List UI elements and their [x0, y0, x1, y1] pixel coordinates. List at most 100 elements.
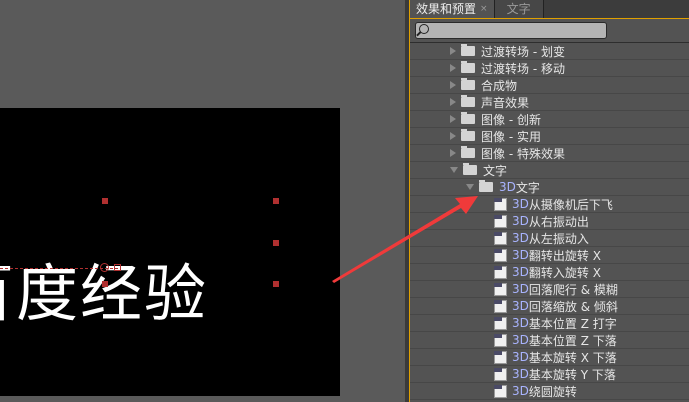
expand-triangle-icon[interactable] — [450, 81, 456, 89]
preset-item[interactable]: 3D 绕圆旋转 — [410, 383, 689, 400]
preset-item[interactable]: 3D 基本旋转 Y 下落 — [410, 366, 689, 383]
preset-file-icon — [494, 316, 507, 330]
preset-prefix: 3D — [512, 248, 529, 262]
expand-triangle-icon[interactable] — [450, 98, 456, 106]
transform-handle[interactable] — [273, 198, 279, 204]
expand-triangle-icon[interactable] — [450, 149, 456, 157]
folder-icon — [461, 44, 475, 56]
folder-icon — [461, 112, 475, 124]
effects-tree: 过渡转场 - 划变 过渡转场 - 移动 合成物声音效果图像 - 创新 图像 - 实用图… — [410, 42, 689, 400]
preset-label: 从右振动出 — [528, 214, 589, 229]
preset-label: 绕圆旋转 — [528, 384, 577, 399]
preset-label: 基本位置 Z 打字 — [528, 316, 617, 331]
folder-item[interactable]: 声音效果 — [410, 94, 689, 111]
folder-label: 文字 — [515, 180, 540, 195]
folder-item-3d-text[interactable]: 3D 文字 — [410, 179, 689, 196]
preset-prefix: 3D — [512, 231, 529, 245]
text-layer[interactable]: 百度经验 — [0, 263, 208, 325]
folder-item[interactable]: 合成物 — [410, 77, 689, 94]
search-icon — [419, 24, 429, 34]
preset-item[interactable]: 3D 从右振动出 — [410, 213, 689, 230]
folder-icon — [461, 129, 475, 141]
tab-text[interactable]: 文字 — [494, 0, 544, 18]
expand-triangle-icon[interactable] — [450, 47, 456, 55]
transform-handle[interactable] — [102, 198, 108, 204]
anchor-box-icon — [114, 264, 121, 271]
preset-file-icon — [494, 248, 507, 262]
preset-item[interactable]: 3D 翻转出旋转 X — [410, 247, 689, 264]
preset-label: 翻转出旋转 X — [528, 248, 601, 263]
transform-handle[interactable] — [102, 281, 108, 287]
preset-item[interactable]: 3D 回落缩放 & 倾斜 — [410, 298, 689, 315]
folder-icon — [461, 78, 475, 90]
expand-triangle-icon[interactable] — [450, 115, 456, 123]
preset-label: 回落缩放 & 倾斜 — [528, 299, 618, 314]
folder-label: 图像 - 创新 — [481, 112, 541, 127]
search-input[interactable] — [415, 22, 607, 39]
composition-canvas[interactable]: 百度经验 — [0, 108, 340, 396]
transform-handle[interactable] — [273, 281, 279, 287]
preset-label: 回落爬行 & 模糊 — [528, 282, 618, 297]
folder-item[interactable]: 图像 - 特殊效果 — [410, 145, 689, 162]
effects-presets-panel: 效果和预置 × 文字 过渡转场 - 划变 过渡转场 - 移动 合成物声音效果图像 -… — [410, 0, 689, 402]
tab-label: 文字 — [506, 2, 531, 16]
preset-prefix: 3D — [512, 384, 529, 398]
folder-label: 文字 — [483, 163, 508, 178]
preset-label: 从左振动入 — [528, 231, 589, 246]
folder-icon — [479, 180, 493, 192]
preset-item[interactable]: 3D 回落爬行 & 模糊 — [410, 281, 689, 298]
folder-item[interactable]: 过渡转场 - 划变 — [410, 43, 689, 60]
preset-item[interactable]: 3D 基本位置 Z 打字 — [410, 315, 689, 332]
preset-item[interactable]: 3D 翻转入旋转 X — [410, 264, 689, 281]
folder-label: 声音效果 — [481, 95, 530, 110]
tab-effects-presets[interactable]: 效果和预置 × — [410, 0, 495, 18]
preset-label: 翻转入旋转 X — [528, 265, 601, 280]
preset-item[interactable]: 3D 从摄像机后下飞 — [410, 196, 689, 213]
preset-file-icon — [494, 282, 507, 296]
folder-item[interactable]: 图像 - 创新 — [410, 111, 689, 128]
transform-handle[interactable] — [273, 240, 279, 246]
preset-prefix: 3D — [512, 350, 529, 364]
collapse-triangle-icon[interactable] — [450, 167, 458, 173]
preset-file-icon — [494, 333, 507, 347]
preset-file-icon — [494, 197, 507, 211]
folder-label: 过渡转场 - 移动 — [481, 61, 565, 76]
preset-file-icon — [494, 367, 507, 381]
folder-label: 图像 - 特殊效果 — [481, 146, 565, 161]
folder-item[interactable]: 过渡转场 - 移动 — [410, 60, 689, 77]
preset-prefix: 3D — [512, 367, 529, 381]
preset-item[interactable]: 3D 基本位置 Z 下落 — [410, 332, 689, 349]
preset-prefix: 3D — [512, 197, 529, 211]
folder-icon — [461, 61, 475, 73]
preset-label: 基本旋转 Y 下落 — [528, 367, 616, 382]
folder-label: 合成物 — [481, 78, 518, 93]
preset-prefix: 3D — [512, 214, 529, 228]
preset-file-icon — [494, 299, 507, 313]
composition-viewer: 百度经验 — [0, 0, 405, 402]
preset-label: 从摄像机后下飞 — [528, 197, 613, 212]
preset-label: 基本旋转 X 下落 — [528, 350, 617, 365]
preset-prefix: 3D — [512, 282, 529, 296]
folder-prefix: 3D — [499, 180, 516, 194]
preset-item[interactable]: 3D 基本旋转 X 下落 — [410, 349, 689, 366]
preset-file-icon — [494, 384, 507, 398]
expand-triangle-icon[interactable] — [450, 132, 456, 140]
preset-file-icon — [494, 214, 507, 228]
folder-icon — [461, 146, 475, 158]
preset-file-icon — [494, 231, 507, 245]
anchor-point-icon[interactable] — [100, 263, 109, 272]
preset-item[interactable]: 3D 从左振动入 — [410, 230, 689, 247]
collapse-triangle-icon[interactable] — [466, 184, 474, 190]
preset-prefix: 3D — [512, 316, 529, 330]
folder-item-text[interactable]: 文字 — [410, 162, 689, 179]
folder-item[interactable]: 图像 - 实用 — [410, 128, 689, 145]
preset-file-icon — [494, 350, 507, 364]
folder-icon — [463, 163, 477, 175]
close-icon[interactable]: × — [480, 1, 488, 17]
preset-label: 基本位置 Z 下落 — [528, 333, 617, 348]
expand-triangle-icon[interactable] — [450, 64, 456, 72]
preset-prefix: 3D — [512, 299, 529, 313]
folder-icon — [461, 95, 475, 107]
panel-tabs: 效果和预置 × 文字 — [410, 0, 689, 19]
folder-label: 图像 - 实用 — [481, 129, 541, 144]
